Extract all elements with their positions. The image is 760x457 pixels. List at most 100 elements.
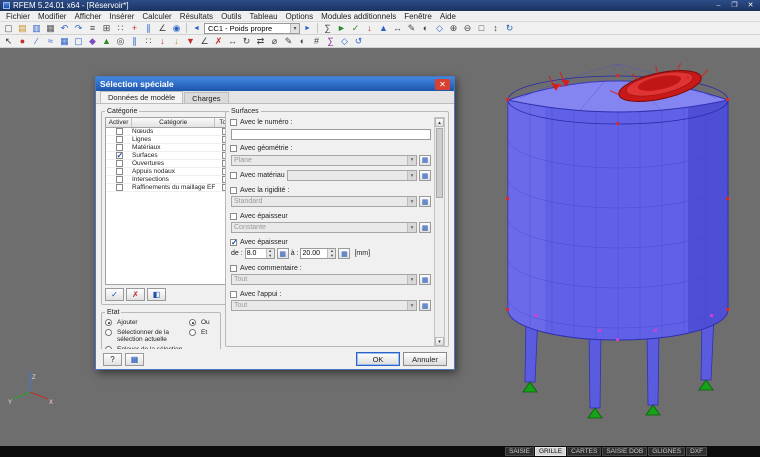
epaisseur-range-checkbox[interactable] bbox=[230, 239, 237, 246]
guide-lines-icon[interactable]: ∠ bbox=[156, 22, 169, 34]
maximize-button[interactable]: ❐ bbox=[728, 1, 741, 10]
show-loads-icon[interactable]: ∑ bbox=[324, 35, 337, 47]
status-tab[interactable]: DXF bbox=[686, 447, 707, 456]
tab-donnees-de-modele[interactable]: Données de modèle bbox=[100, 91, 183, 103]
menu-item[interactable]: Modules additionnels bbox=[317, 12, 400, 21]
pick-list-button[interactable]: ▦ bbox=[419, 170, 431, 181]
delete-icon[interactable]: ✗ bbox=[212, 35, 225, 47]
status-tab[interactable]: GRILLE bbox=[535, 447, 566, 456]
next-load-case-button[interactable]: ► bbox=[301, 22, 314, 34]
menu-item[interactable]: Modifier bbox=[34, 12, 70, 21]
new-line-icon[interactable]: ∕ bbox=[30, 35, 43, 47]
radio-selectionner[interactable] bbox=[105, 329, 112, 336]
menu-item[interactable]: Calculer bbox=[138, 12, 175, 21]
supports-icon[interactable]: ▲ bbox=[377, 22, 390, 34]
activer-checkbox[interactable] bbox=[116, 152, 123, 159]
status-tab[interactable]: SAISIE bbox=[505, 447, 534, 456]
open-file-icon[interactable]: ▤ bbox=[16, 22, 29, 34]
load-case-select[interactable]: CC1 - Poids propre ▾ bbox=[204, 23, 300, 34]
menu-item[interactable]: Aide bbox=[436, 12, 460, 21]
tab-charges[interactable]: Charges bbox=[184, 92, 228, 103]
visibility-icon[interactable]: ◐ bbox=[419, 22, 432, 34]
new-file-icon[interactable]: ▢ bbox=[2, 22, 15, 34]
activer-checkbox[interactable] bbox=[116, 144, 123, 151]
category-row[interactable]: Lignes bbox=[106, 136, 235, 144]
appui-checkbox[interactable] bbox=[230, 291, 237, 298]
previous-view-icon[interactable]: ↺ bbox=[352, 35, 365, 47]
numero-input[interactable] bbox=[231, 129, 431, 140]
menu-item[interactable]: Fichier bbox=[2, 12, 34, 21]
commentaire-select[interactable]: Tout ▾ bbox=[231, 274, 417, 285]
annotation-icon[interactable]: ✎ bbox=[282, 35, 295, 47]
category-row[interactable]: Surfaces bbox=[106, 152, 235, 160]
new-opening-icon[interactable]: ▢ bbox=[72, 35, 85, 47]
isometric-view-icon[interactable]: ◇ bbox=[338, 35, 351, 47]
materiau-checkbox[interactable] bbox=[230, 172, 237, 179]
commentaire-checkbox[interactable] bbox=[230, 265, 237, 272]
pick-list-button[interactable]: ▦ bbox=[419, 155, 431, 166]
menu-item[interactable]: Afficher bbox=[70, 12, 105, 21]
mesh-refinement-icon[interactable]: ∷ bbox=[142, 35, 155, 47]
category-row[interactable]: Nœuds bbox=[106, 128, 235, 136]
materiau-select[interactable]: ▾ bbox=[287, 170, 417, 181]
spinner-arrows[interactable]: ▴▾ bbox=[266, 249, 274, 258]
rigidite-select[interactable]: Standard ▾ bbox=[231, 196, 417, 207]
help-button[interactable]: ? bbox=[103, 353, 122, 366]
radio-ou[interactable] bbox=[189, 319, 196, 326]
status-tab[interactable]: GLIGNES bbox=[648, 447, 685, 456]
half-view-icon[interactable]: ◐ bbox=[296, 35, 309, 47]
previous-load-case-button[interactable]: ◄ bbox=[190, 22, 203, 34]
check-model-icon[interactable]: ✓ bbox=[349, 22, 362, 34]
numbering-icon[interactable]: # bbox=[310, 35, 323, 47]
epaisseur-type-select[interactable]: Constante ▾ bbox=[231, 222, 417, 233]
radio-ajouter[interactable] bbox=[105, 319, 112, 326]
move-icon[interactable]: ↔ bbox=[226, 35, 239, 47]
new-solid-icon[interactable]: ◆ bbox=[86, 35, 99, 47]
activer-checkbox[interactable] bbox=[116, 160, 123, 167]
appui-select[interactable]: Tout ▾ bbox=[231, 300, 417, 311]
menu-item[interactable]: Outils bbox=[217, 12, 245, 21]
line-load-icon[interactable]: ↓ bbox=[170, 35, 183, 47]
nodal-load-icon[interactable]: ↓ bbox=[156, 35, 169, 47]
rigidite-checkbox[interactable] bbox=[230, 187, 237, 194]
print-icon[interactable]: ▦ bbox=[44, 22, 57, 34]
views-icon[interactable]: ◇ bbox=[433, 22, 446, 34]
dialog-close-button[interactable]: ✕ bbox=[435, 79, 450, 90]
uncheck-all-button[interactable]: ✗ bbox=[126, 288, 145, 301]
activer-checkbox[interactable] bbox=[116, 168, 123, 175]
thickness-to-input[interactable] bbox=[301, 249, 327, 258]
category-row[interactable]: Appuis nodaux bbox=[106, 168, 235, 176]
cancel-button[interactable]: Annuler bbox=[403, 352, 447, 366]
activer-checkbox[interactable] bbox=[116, 176, 123, 183]
category-row[interactable]: Ouvertures bbox=[106, 160, 235, 168]
comment-icon[interactable]: ✎ bbox=[405, 22, 418, 34]
epaisseur-type-checkbox[interactable] bbox=[230, 213, 237, 220]
new-member-icon[interactable]: ∥ bbox=[128, 35, 141, 47]
undo-icon[interactable]: ↶ bbox=[58, 22, 71, 34]
selection-settings-button[interactable]: ▦ bbox=[125, 353, 144, 366]
category-row[interactable]: Intersections bbox=[106, 176, 235, 184]
dimension-icon[interactable]: ⌀ bbox=[268, 35, 281, 47]
save-icon[interactable]: ▥ bbox=[30, 22, 43, 34]
results-icon[interactable]: ∑ bbox=[321, 22, 334, 34]
new-polyline-icon[interactable]: ≈ bbox=[44, 35, 57, 47]
mirror-icon[interactable]: ⇄ bbox=[254, 35, 267, 47]
ok-button[interactable]: OK bbox=[356, 352, 400, 366]
status-tab[interactable]: SAISIE DOB bbox=[602, 447, 647, 456]
pick-list-button[interactable]: ▦ bbox=[338, 248, 350, 259]
loads-icon[interactable]: ↓ bbox=[363, 22, 376, 34]
refresh-icon[interactable]: ↻ bbox=[503, 22, 516, 34]
model-viewport[interactable]: Z X Y Sélection spéciale ✕ Données de mo… bbox=[0, 48, 760, 446]
new-surface-icon[interactable]: ▦ bbox=[58, 35, 71, 47]
pick-list-button[interactable]: ▦ bbox=[419, 196, 431, 207]
tables-icon[interactable]: ⊞ bbox=[100, 22, 113, 34]
check-all-button[interactable]: ✓ bbox=[105, 288, 124, 301]
menu-item[interactable]: Fenêtre bbox=[400, 12, 436, 21]
menu-item[interactable]: Options bbox=[282, 12, 318, 21]
new-support-icon[interactable]: ▲ bbox=[100, 35, 113, 47]
activer-checkbox[interactable] bbox=[116, 128, 123, 135]
menu-item[interactable]: Tableau bbox=[246, 12, 282, 21]
pick-list-button[interactable]: ▦ bbox=[419, 300, 431, 311]
pick-list-button[interactable]: ▦ bbox=[277, 248, 289, 259]
numero-checkbox[interactable] bbox=[230, 119, 237, 126]
